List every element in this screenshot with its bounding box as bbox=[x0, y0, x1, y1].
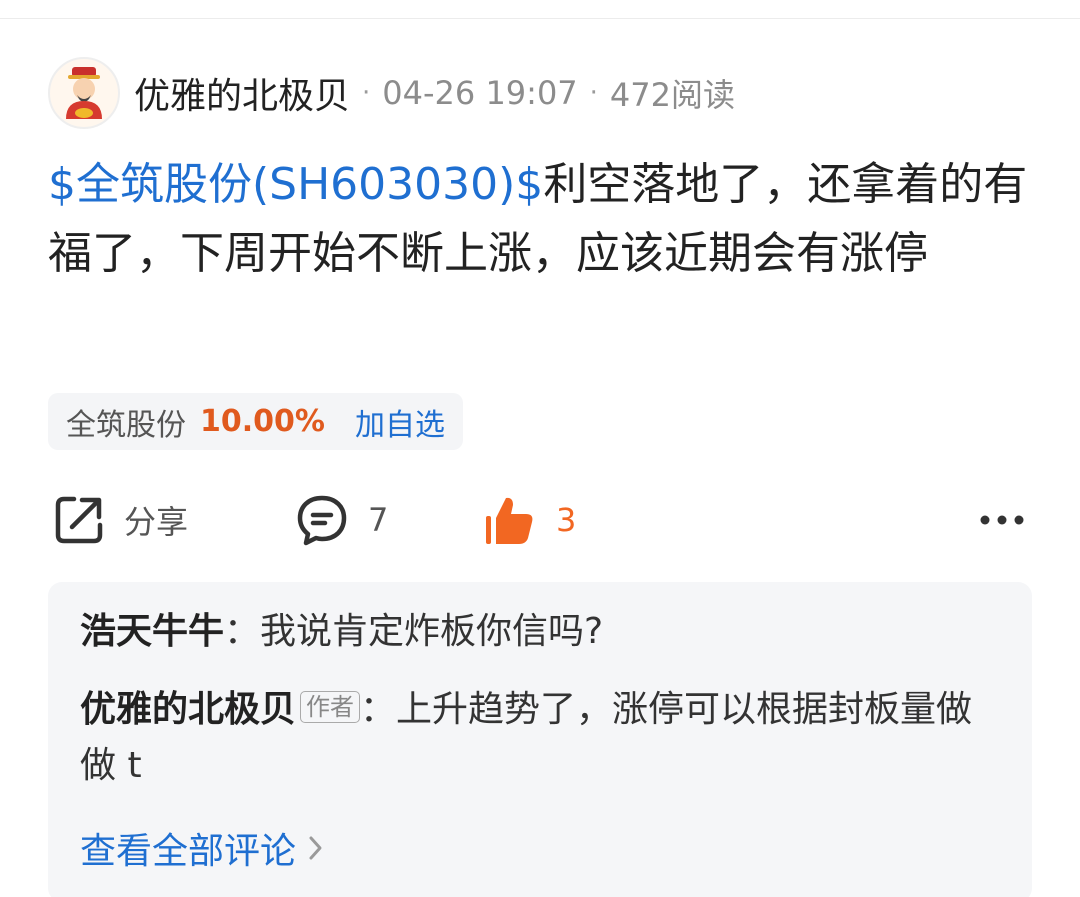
meta-separator: · bbox=[362, 78, 371, 108]
chip-stock-name: 全筑股份 bbox=[66, 407, 186, 443]
comment-colon: ： bbox=[360, 689, 397, 730]
stock-tag-link[interactable]: $全筑股份(SH603030)$ bbox=[48, 159, 543, 210]
comment-text: 我说肯定炸板你信吗? bbox=[260, 611, 604, 652]
comment-item[interactable]: 浩天牛牛：我说肯定炸板你信吗? bbox=[80, 604, 1000, 660]
more-icon bbox=[980, 515, 1024, 525]
avatar-figure-icon bbox=[66, 67, 102, 119]
post-header: 优雅的北极贝 · 04-26 19:07 · 472阅读 bbox=[48, 56, 735, 130]
comment-count: 7 bbox=[368, 501, 389, 539]
share-label: 分享 bbox=[124, 503, 189, 541]
view-all-comments-link[interactable]: 查看全部评论 bbox=[80, 822, 1000, 874]
comment-colon: ： bbox=[224, 611, 261, 652]
add-watchlist-button[interactable]: 加自选 bbox=[355, 400, 445, 444]
avatar[interactable] bbox=[48, 57, 120, 129]
author-name[interactable]: 优雅的北极贝 bbox=[134, 67, 350, 119]
thumbs-up-icon bbox=[486, 497, 533, 544]
share-button[interactable]: 分享 bbox=[52, 490, 188, 550]
comment-item[interactable]: 优雅的北极贝 作者 ：上升趋势了，涨停可以根据封板量做做 t bbox=[80, 682, 1000, 794]
comment-preview: 浩天牛牛：我说肯定炸板你信吗? 优雅的北极贝 作者 ：上升趋势了，涨停可以根据封板量… bbox=[48, 582, 1032, 897]
comment-author[interactable]: 浩天牛牛 bbox=[80, 611, 224, 652]
like-count: 3 bbox=[556, 501, 577, 539]
chip-stock-change: 10.00% bbox=[200, 404, 325, 439]
more-button[interactable] bbox=[972, 490, 1032, 550]
top-divider bbox=[0, 18, 1080, 19]
comment-button[interactable]: 7 bbox=[294, 490, 388, 550]
like-button[interactable]: 3 bbox=[482, 490, 576, 550]
post-body: $全筑股份(SH603030)$利空落地了，还拿着的有福了，下周开始不断上涨，应… bbox=[48, 150, 1038, 288]
stock-chip[interactable]: 全筑股份 10.00% 加自选 bbox=[48, 393, 463, 450]
meta-separator: · bbox=[589, 78, 598, 108]
share-icon bbox=[55, 496, 103, 544]
chevron-right-icon bbox=[309, 836, 322, 860]
comment-author[interactable]: 优雅的北极贝 bbox=[80, 689, 296, 730]
view-count: 472阅读 bbox=[609, 76, 736, 114]
view-all-label: 查看全部评论 bbox=[80, 831, 297, 872]
comment-icon bbox=[297, 495, 347, 546]
action-bar: 分享 7 3 bbox=[52, 490, 1032, 550]
author-badge: 作者 bbox=[300, 691, 361, 723]
post-time: 04-26 19:07 bbox=[382, 74, 578, 112]
